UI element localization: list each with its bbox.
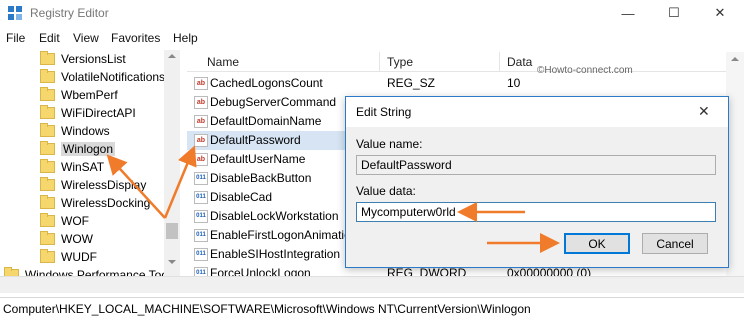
folder-icon bbox=[40, 51, 55, 65]
scroll-down-icon[interactable] bbox=[168, 260, 176, 264]
column-header-data[interactable]: Data bbox=[507, 55, 532, 69]
tree-item[interactable]: WOW bbox=[40, 230, 179, 248]
folder-icon bbox=[40, 195, 55, 209]
dword-value-icon: 011 bbox=[194, 191, 208, 204]
menu-edit[interactable]: Edit bbox=[39, 31, 60, 45]
tree-item[interactable]: VolatileNotifications bbox=[40, 68, 179, 86]
dialog-title: Edit String bbox=[356, 105, 412, 119]
scroll-up-icon[interactable] bbox=[168, 54, 176, 58]
status-bar: Computer\HKEY_LOCAL_MACHINE\SOFTWARE\Mic… bbox=[0, 297, 744, 319]
folder-icon bbox=[40, 87, 55, 101]
dialog-title-bar[interactable]: Edit String ✕ bbox=[346, 97, 728, 127]
dword-value-icon: 011 bbox=[194, 210, 208, 223]
horizontal-scrollbar[interactable] bbox=[0, 276, 744, 293]
tree-item[interactable]: WUDF bbox=[40, 248, 179, 266]
list-row[interactable]: ab CachedLogonsCount REG_SZ 10 bbox=[187, 74, 744, 93]
folder-icon bbox=[40, 213, 55, 227]
tree-item[interactable]: WiFiDirectAPI bbox=[40, 104, 179, 122]
folder-icon bbox=[40, 159, 55, 173]
column-divider[interactable] bbox=[379, 52, 380, 72]
tree-item[interactable]: WinSAT bbox=[40, 158, 179, 176]
value-name-label: Value name: bbox=[356, 137, 423, 151]
string-value-icon: ab bbox=[194, 77, 208, 90]
column-header-name[interactable]: Name bbox=[207, 55, 239, 69]
column-header-type[interactable]: Type bbox=[387, 55, 413, 69]
tree-item[interactable]: WirelessDisplay bbox=[40, 176, 179, 194]
folder-icon bbox=[40, 249, 55, 263]
dword-value-icon: 011 bbox=[194, 248, 208, 261]
close-button[interactable]: ✕ bbox=[697, 0, 743, 26]
ok-button[interactable]: OK bbox=[564, 233, 630, 254]
scroll-up-icon[interactable] bbox=[731, 57, 739, 61]
dword-value-icon: 011 bbox=[194, 229, 208, 242]
folder-icon bbox=[4, 267, 19, 276]
registry-path: Computer\HKEY_LOCAL_MACHINE\SOFTWARE\Mic… bbox=[3, 302, 531, 316]
window-title: Registry Editor bbox=[30, 6, 109, 20]
cancel-button[interactable]: Cancel bbox=[642, 233, 708, 254]
string-value-icon: ab bbox=[194, 115, 208, 128]
value-data-label: Value data: bbox=[356, 184, 416, 198]
list-header: Name Type Data bbox=[187, 52, 744, 72]
scroll-thumb[interactable] bbox=[166, 223, 178, 239]
folder-icon bbox=[40, 177, 55, 191]
tree-item[interactable]: Windows bbox=[40, 122, 179, 140]
key-tree[interactable]: VersionsList VolatileNotifications WbemP… bbox=[0, 50, 180, 276]
minimize-button[interactable]: — bbox=[605, 0, 651, 26]
tree-item-winlogon[interactable]: Winlogon bbox=[40, 140, 179, 158]
registry-editor-icon bbox=[8, 6, 22, 20]
tree-item[interactable]: VersionsList bbox=[40, 50, 179, 68]
value-data-field[interactable]: Mycomputerw0rld bbox=[356, 202, 716, 222]
tree-scrollbar[interactable] bbox=[164, 50, 180, 276]
tree-item[interactable]: WbemPerf bbox=[40, 86, 179, 104]
string-value-icon: ab bbox=[194, 134, 208, 147]
maximize-button[interactable]: ☐ bbox=[651, 0, 697, 26]
open-folder-icon bbox=[40, 141, 55, 155]
menu-file[interactable]: File bbox=[6, 31, 25, 45]
menu-favorites[interactable]: Favorites bbox=[111, 31, 160, 45]
title-bar: Registry Editor — ☐ ✕ bbox=[0, 0, 744, 26]
dword-value-icon: 011 bbox=[194, 267, 208, 276]
folder-icon bbox=[40, 105, 55, 119]
value-name-field[interactable]: DefaultPassword bbox=[356, 155, 716, 175]
folder-icon bbox=[40, 231, 55, 245]
folder-icon bbox=[40, 123, 55, 137]
menu-view[interactable]: View bbox=[73, 31, 99, 45]
tree-item[interactable]: Windows Performance Too bbox=[4, 266, 168, 276]
tree-item[interactable]: WirelessDocking bbox=[40, 194, 179, 212]
column-divider[interactable] bbox=[499, 52, 500, 72]
string-value-icon: ab bbox=[194, 153, 208, 166]
edit-string-dialog: Edit String ✕ Value name: DefaultPasswor… bbox=[345, 96, 729, 268]
dialog-close-icon[interactable]: ✕ bbox=[698, 103, 710, 120]
tree-item[interactable]: WOF bbox=[40, 212, 179, 230]
menu-bar: File Edit View Favorites Help bbox=[0, 28, 744, 48]
menu-help[interactable]: Help bbox=[173, 31, 198, 45]
dword-value-icon: 011 bbox=[194, 172, 208, 185]
string-value-icon: ab bbox=[194, 96, 208, 109]
folder-icon bbox=[40, 69, 55, 83]
